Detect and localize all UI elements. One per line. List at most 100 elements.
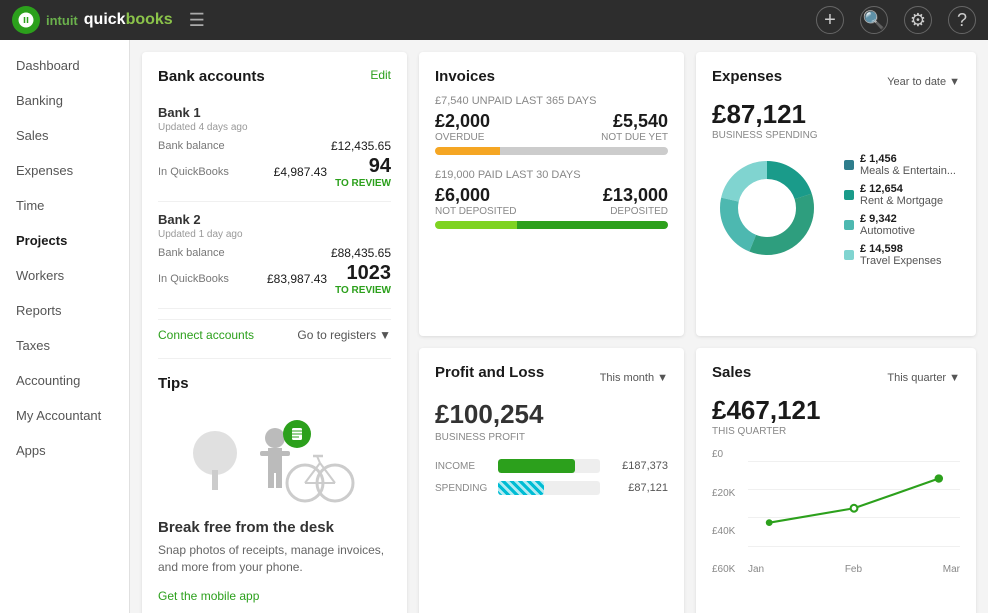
y-label-40k: £40K xyxy=(712,526,744,537)
gear-icon[interactable]: ⚙ xyxy=(904,6,932,34)
invoices-not-due: £5,540 NOT DUE YET xyxy=(601,111,668,143)
sales-header: Sales This quarter ▼ xyxy=(712,364,960,391)
pnl-spending-amount: £87,121 xyxy=(608,482,668,494)
pnl-period-selector[interactable]: This month ▼ xyxy=(600,372,668,384)
bank1-updated: Updated 4 days ago xyxy=(158,122,391,133)
bank1-qb-row: In QuickBooks £4,987.43 94 TO REVIEW xyxy=(158,155,391,189)
plus-icon[interactable]: + xyxy=(816,6,844,34)
pnl-sub-label: BUSINESS PROFIT xyxy=(435,432,668,443)
bank-account-1: Bank 1 Updated 4 days ago Bank balance £… xyxy=(158,105,391,202)
expenses-card: Expenses Year to date ▼ £87,121 BUSINESS… xyxy=(696,52,976,336)
sidebar-item-apps[interactable]: Apps xyxy=(0,433,129,468)
pnl-bars: INCOME £187,373 SPENDING £87,121 xyxy=(435,459,668,495)
logo-icon xyxy=(12,6,40,34)
sales-period-label: This quarter xyxy=(887,372,946,384)
bank1-review: 94 TO REVIEW xyxy=(335,155,391,189)
legend-dot-1 xyxy=(844,190,854,200)
bank1-qb-label: In QuickBooks xyxy=(158,166,229,178)
sales-period-selector[interactable]: This quarter ▼ xyxy=(887,372,960,384)
invoices-not-deposited-fill xyxy=(435,221,517,229)
bank-edit-button[interactable]: Edit xyxy=(370,68,391,95)
sidebar-item-my-accountant[interactable]: My Accountant xyxy=(0,398,129,433)
topnav: intuit quickbooks ☰ + 🔍 ⚙ ? xyxy=(0,0,988,40)
bank2-review: 1023 TO REVIEW xyxy=(335,262,391,296)
pnl-income-fill xyxy=(498,459,575,473)
pnl-income-track xyxy=(498,459,600,473)
invoices-not-deposited-amount: £6,000 xyxy=(435,185,517,206)
sales-title: Sales xyxy=(712,364,751,381)
invoices-title: Invoices xyxy=(435,68,668,85)
topnav-left: intuit quickbooks ☰ xyxy=(12,6,205,34)
invoices-deposited-label: DEPOSITED xyxy=(603,206,668,217)
legend-item-0: £ 1,456 Meals & Entertain... xyxy=(844,153,960,177)
logo: intuit quickbooks xyxy=(12,6,173,34)
search-icon[interactable]: 🔍 xyxy=(860,6,888,34)
pnl-period-label: This month xyxy=(600,372,654,384)
bank2-updated: Updated 1 day ago xyxy=(158,229,391,240)
sidebar-item-banking[interactable]: Banking xyxy=(0,83,129,118)
content-grid: Invoices £7,540 UNPAID LAST 365 DAYS £2,… xyxy=(130,40,988,613)
bank2-balance-label: Bank balance xyxy=(158,247,225,259)
invoices-not-due-fill xyxy=(500,147,668,155)
sidebar-item-taxes[interactable]: Taxes xyxy=(0,328,129,363)
pnl-spending-fill xyxy=(498,481,544,495)
pnl-income-row: INCOME £187,373 xyxy=(435,459,668,473)
bank2-balance-right: £88,435.65 xyxy=(331,246,391,260)
sidebar-item-expenses[interactable]: Expenses xyxy=(0,153,129,188)
invoices-deposited: £13,000 DEPOSITED xyxy=(603,185,668,217)
sales-chart-wrapper: £60K £40K £20K £0 xyxy=(712,449,960,575)
invoices-deposited-fill xyxy=(517,221,668,229)
sidebar-item-time[interactable]: Time xyxy=(0,188,129,223)
sidebar-item-accounting[interactable]: Accounting xyxy=(0,363,129,398)
sales-y-axis: £60K £40K £20K £0 xyxy=(712,449,744,575)
sidebar-item-reports[interactable]: Reports xyxy=(0,293,129,328)
bank1-to-review[interactable]: TO REVIEW xyxy=(335,178,391,189)
bank1-qb-balance: £4,987.43 xyxy=(274,165,327,179)
invoices-card: Invoices £7,540 UNPAID LAST 365 DAYS £2,… xyxy=(419,52,684,336)
x-label-jan: Jan xyxy=(748,564,764,575)
help-icon[interactable]: ? xyxy=(948,6,976,34)
invoices-not-deposited-label: NOT DEPOSITED xyxy=(435,206,517,217)
sidebar-item-sales[interactable]: Sales xyxy=(0,118,129,153)
hamburger-menu[interactable]: ☰ xyxy=(189,10,205,31)
bank1-balance: £12,435.65 xyxy=(331,139,391,153)
pnl-spending-label: SPENDING xyxy=(435,483,490,494)
connect-accounts-link[interactable]: Connect accounts xyxy=(158,328,254,342)
expenses-title: Expenses xyxy=(712,68,782,85)
y-label-60k: £60K xyxy=(712,564,744,575)
bank1-balance-right: £12,435.65 xyxy=(331,139,391,153)
registers-label: Go to registers xyxy=(297,328,376,342)
invoices-unpaid-label: £7,540 UNPAID LAST 365 DAYS xyxy=(435,95,668,107)
sales-chart-main: Jan Feb Mar xyxy=(748,449,960,575)
bank2-to-review[interactable]: TO REVIEW xyxy=(335,285,391,296)
sidebar-item-workers[interactable]: Workers xyxy=(0,258,129,293)
invoices-paid-section: £19,000 PAID LAST 30 DAYS £6,000 NOT DEP… xyxy=(435,169,668,229)
sidebar-item-projects[interactable]: Projects xyxy=(0,223,129,258)
bank-card-header: Bank accounts Edit xyxy=(158,68,391,95)
sales-sub-label: THIS QUARTER xyxy=(712,426,960,437)
chevron-down-icon-sales: ▼ xyxy=(949,372,960,384)
bank-accounts-title: Bank accounts xyxy=(158,68,265,85)
bank2-balance-row: Bank balance £88,435.65 xyxy=(158,246,391,260)
x-label-mar: Mar xyxy=(943,564,960,575)
go-to-registers-link[interactable]: Go to registers ▼ xyxy=(297,328,391,342)
legend-text-2: £ 9,342 Automotive xyxy=(860,213,915,237)
legend-text-0: £ 1,456 Meals & Entertain... xyxy=(860,153,956,177)
pnl-income-amount: £187,373 xyxy=(608,460,668,472)
expenses-legend: £ 1,456 Meals & Entertain... £ 12,654 Re… xyxy=(844,153,960,273)
expenses-period-selector[interactable]: Year to date ▼ xyxy=(887,76,960,88)
legend-dot-2 xyxy=(844,220,854,230)
expenses-period-label: Year to date xyxy=(887,76,946,88)
bank2-qb-label: In QuickBooks xyxy=(158,273,229,285)
bank1-balance-row: Bank balance £12,435.65 xyxy=(158,139,391,153)
x-label-feb: Feb xyxy=(845,564,862,575)
profit-loss-card: Profit and Loss This month ▼ £100,254 BU… xyxy=(419,348,684,613)
chevron-down-icon: ▼ xyxy=(949,76,960,88)
chevron-down-icon-registers: ▼ xyxy=(379,328,391,342)
invoices-not-due-amount: £5,540 xyxy=(601,111,668,132)
mobile-app-link[interactable]: Get the mobile app xyxy=(158,589,259,603)
bank2-qb-right: £83,987.43 1023 TO REVIEW xyxy=(267,262,391,296)
sidebar-item-dashboard[interactable]: Dashboard xyxy=(0,48,129,83)
bank2-qb-balance: £83,987.43 xyxy=(267,272,327,286)
sales-amount: £467,121 xyxy=(712,395,960,426)
